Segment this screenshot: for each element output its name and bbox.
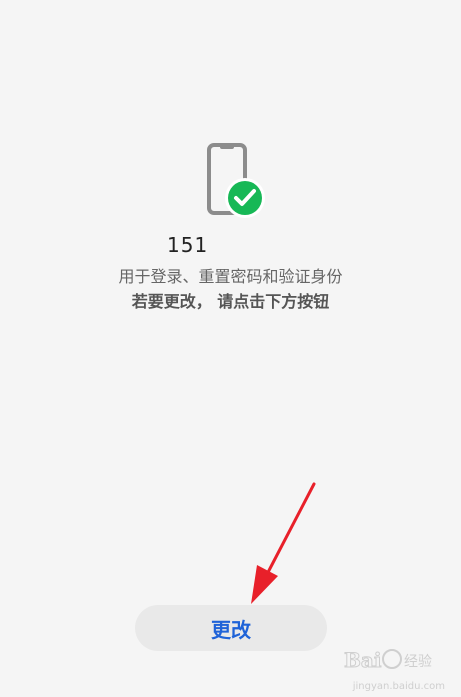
change-hint: 若要更改， 请点击下方按钮 <box>131 292 330 311</box>
phone-verified-icon <box>207 143 265 218</box>
phone-number: 151 <box>167 233 209 257</box>
change-button[interactable]: 更改 <box>135 605 327 651</box>
svg-text:Bai: Bai <box>344 648 382 672</box>
phone-number-settings-page: 151 用于登录、重置密码和验证身份 若要更改， 请点击下方按钮 更改 Bai … <box>0 0 461 697</box>
svg-text:经验: 经验 <box>404 654 432 670</box>
red-arrow-annotation <box>251 482 316 604</box>
phone-usage-description: 用于登录、重置密码和验证身份 <box>118 267 343 286</box>
baidu-watermark-logo: Bai 经验 <box>344 648 432 673</box>
watermark-url: jingyan.baidu.com <box>352 681 445 692</box>
